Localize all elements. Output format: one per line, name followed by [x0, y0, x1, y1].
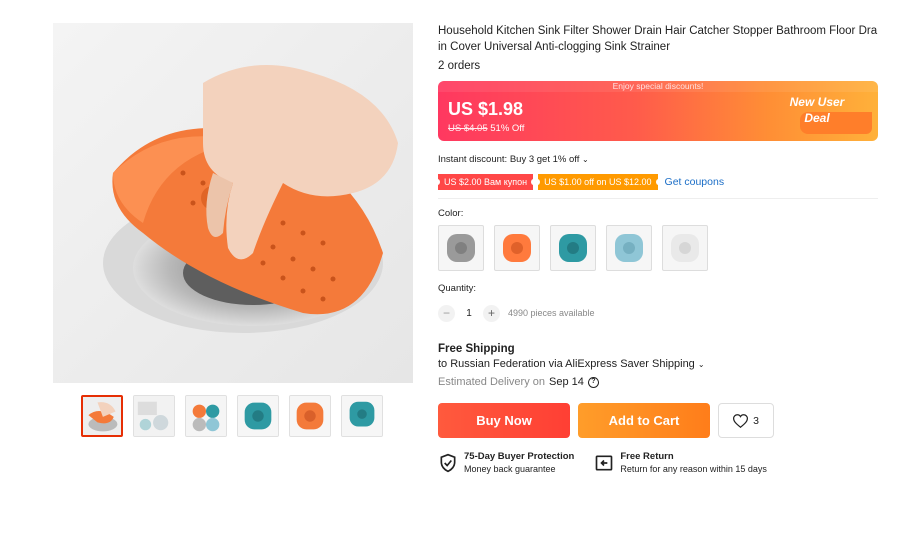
chevron-down-icon: ⌄	[697, 360, 705, 369]
get-coupons-link[interactable]: Get coupons	[665, 176, 725, 188]
swatch-light-blue[interactable]	[606, 225, 652, 271]
color-swatches	[438, 225, 878, 271]
swatch-orange[interactable]	[494, 225, 540, 271]
thumbnail-6[interactable]	[341, 395, 383, 437]
order-count: 2 orders	[438, 60, 481, 72]
thumbnail-strip	[81, 395, 383, 437]
deal-line-2: Deal	[804, 111, 830, 125]
color-label: Color:	[438, 208, 464, 219]
coupon-2[interactable]: US $1.00 off on US $12.00	[535, 173, 661, 190]
thumbnail-2[interactable]	[133, 395, 175, 437]
coupon-row: US $2.00 Вам купон US $1.00 off on US $1…	[434, 173, 878, 190]
heart-icon	[733, 413, 749, 428]
original-price-row: US $4.05 51% Off	[448, 123, 524, 134]
quantity-stepper: − + 4990 pieces available	[438, 304, 878, 322]
quantity-input[interactable]	[455, 307, 483, 319]
shipping-title: Free Shipping	[438, 343, 515, 355]
add-to-cart-button[interactable]: Add to Cart	[578, 403, 710, 438]
action-buttons: Buy Now Add to Cart 3	[438, 403, 878, 438]
divider	[438, 198, 878, 199]
original-price: US $4.05	[448, 123, 488, 134]
thumbnail-5[interactable]	[289, 395, 331, 437]
swatch-white[interactable]	[662, 225, 708, 271]
estimated-label: Estimated Delivery on	[438, 376, 545, 388]
product-photo	[103, 65, 398, 333]
question-icon[interactable]: ?	[587, 376, 599, 388]
return-icon	[596, 455, 613, 471]
discount-percent: 51% Off	[490, 123, 525, 134]
banner-subtitle: Enjoy special discounts!	[438, 81, 878, 92]
quantity-label: Quantity:	[438, 283, 477, 294]
current-price: US $1.98	[448, 99, 524, 119]
minus-icon[interactable]: −	[438, 304, 455, 322]
wishlist-count: 3	[753, 414, 759, 427]
guarantees: 75-Day Buyer Protection Money back guara…	[438, 451, 878, 475]
shipping-method-text: to Russian Federation via AliExpress Sav…	[438, 358, 695, 370]
thumbnail-4[interactable]	[237, 395, 279, 437]
swatch-teal[interactable]	[550, 225, 596, 271]
product-details: Household Kitchen Sink Filter Shower Dra…	[434, 23, 878, 475]
available-pieces: 4990 pieces available	[508, 308, 595, 318]
buyer-protection: 75-Day Buyer Protection Money back guara…	[438, 451, 574, 475]
buy-now-button[interactable]: Buy Now	[438, 403, 570, 438]
buyer-protection-title: 75-Day Buyer Protection	[464, 451, 575, 462]
buyer-protection-subtitle: Money back guarantee	[464, 464, 556, 474]
free-return-subtitle: Return for any reason within 15 days	[620, 464, 767, 474]
shield-check-icon	[440, 453, 456, 473]
coupon-1[interactable]: US $2.00 Вам купон	[434, 173, 537, 190]
thumbnail-3[interactable]	[185, 395, 227, 437]
shipping-method[interactable]: to Russian Federation via AliExpress Sav…	[438, 358, 878, 370]
new-user-deal-badge: New User Deal	[762, 94, 872, 134]
free-return-title: Free Return	[620, 451, 674, 462]
wishlist-button[interactable]: 3	[718, 403, 774, 438]
swatch-gray[interactable]	[438, 225, 484, 271]
instant-discount[interactable]: Instant discount: Buy 3 get 1% off ⌄	[438, 154, 878, 165]
main-product-image[interactable]	[53, 23, 413, 383]
deal-line-1: New User	[789, 95, 845, 109]
price-banner: Enjoy special discounts! US $1.98 US $4.…	[438, 81, 878, 141]
thumbnail-1[interactable]	[81, 395, 123, 437]
free-return: Free Return Return for any reason within…	[594, 451, 767, 475]
estimated-delivery: Estimated Delivery on Sep 14 ?	[438, 376, 878, 388]
instant-discount-text: Instant discount: Buy 3 get 1% off	[438, 154, 580, 165]
plus-icon[interactable]: +	[483, 304, 500, 322]
product-title: Household Kitchen Sink Filter Shower Dra…	[438, 25, 878, 53]
chevron-down-icon: ⌄	[582, 155, 589, 164]
estimated-date: Sep 14	[549, 376, 584, 388]
